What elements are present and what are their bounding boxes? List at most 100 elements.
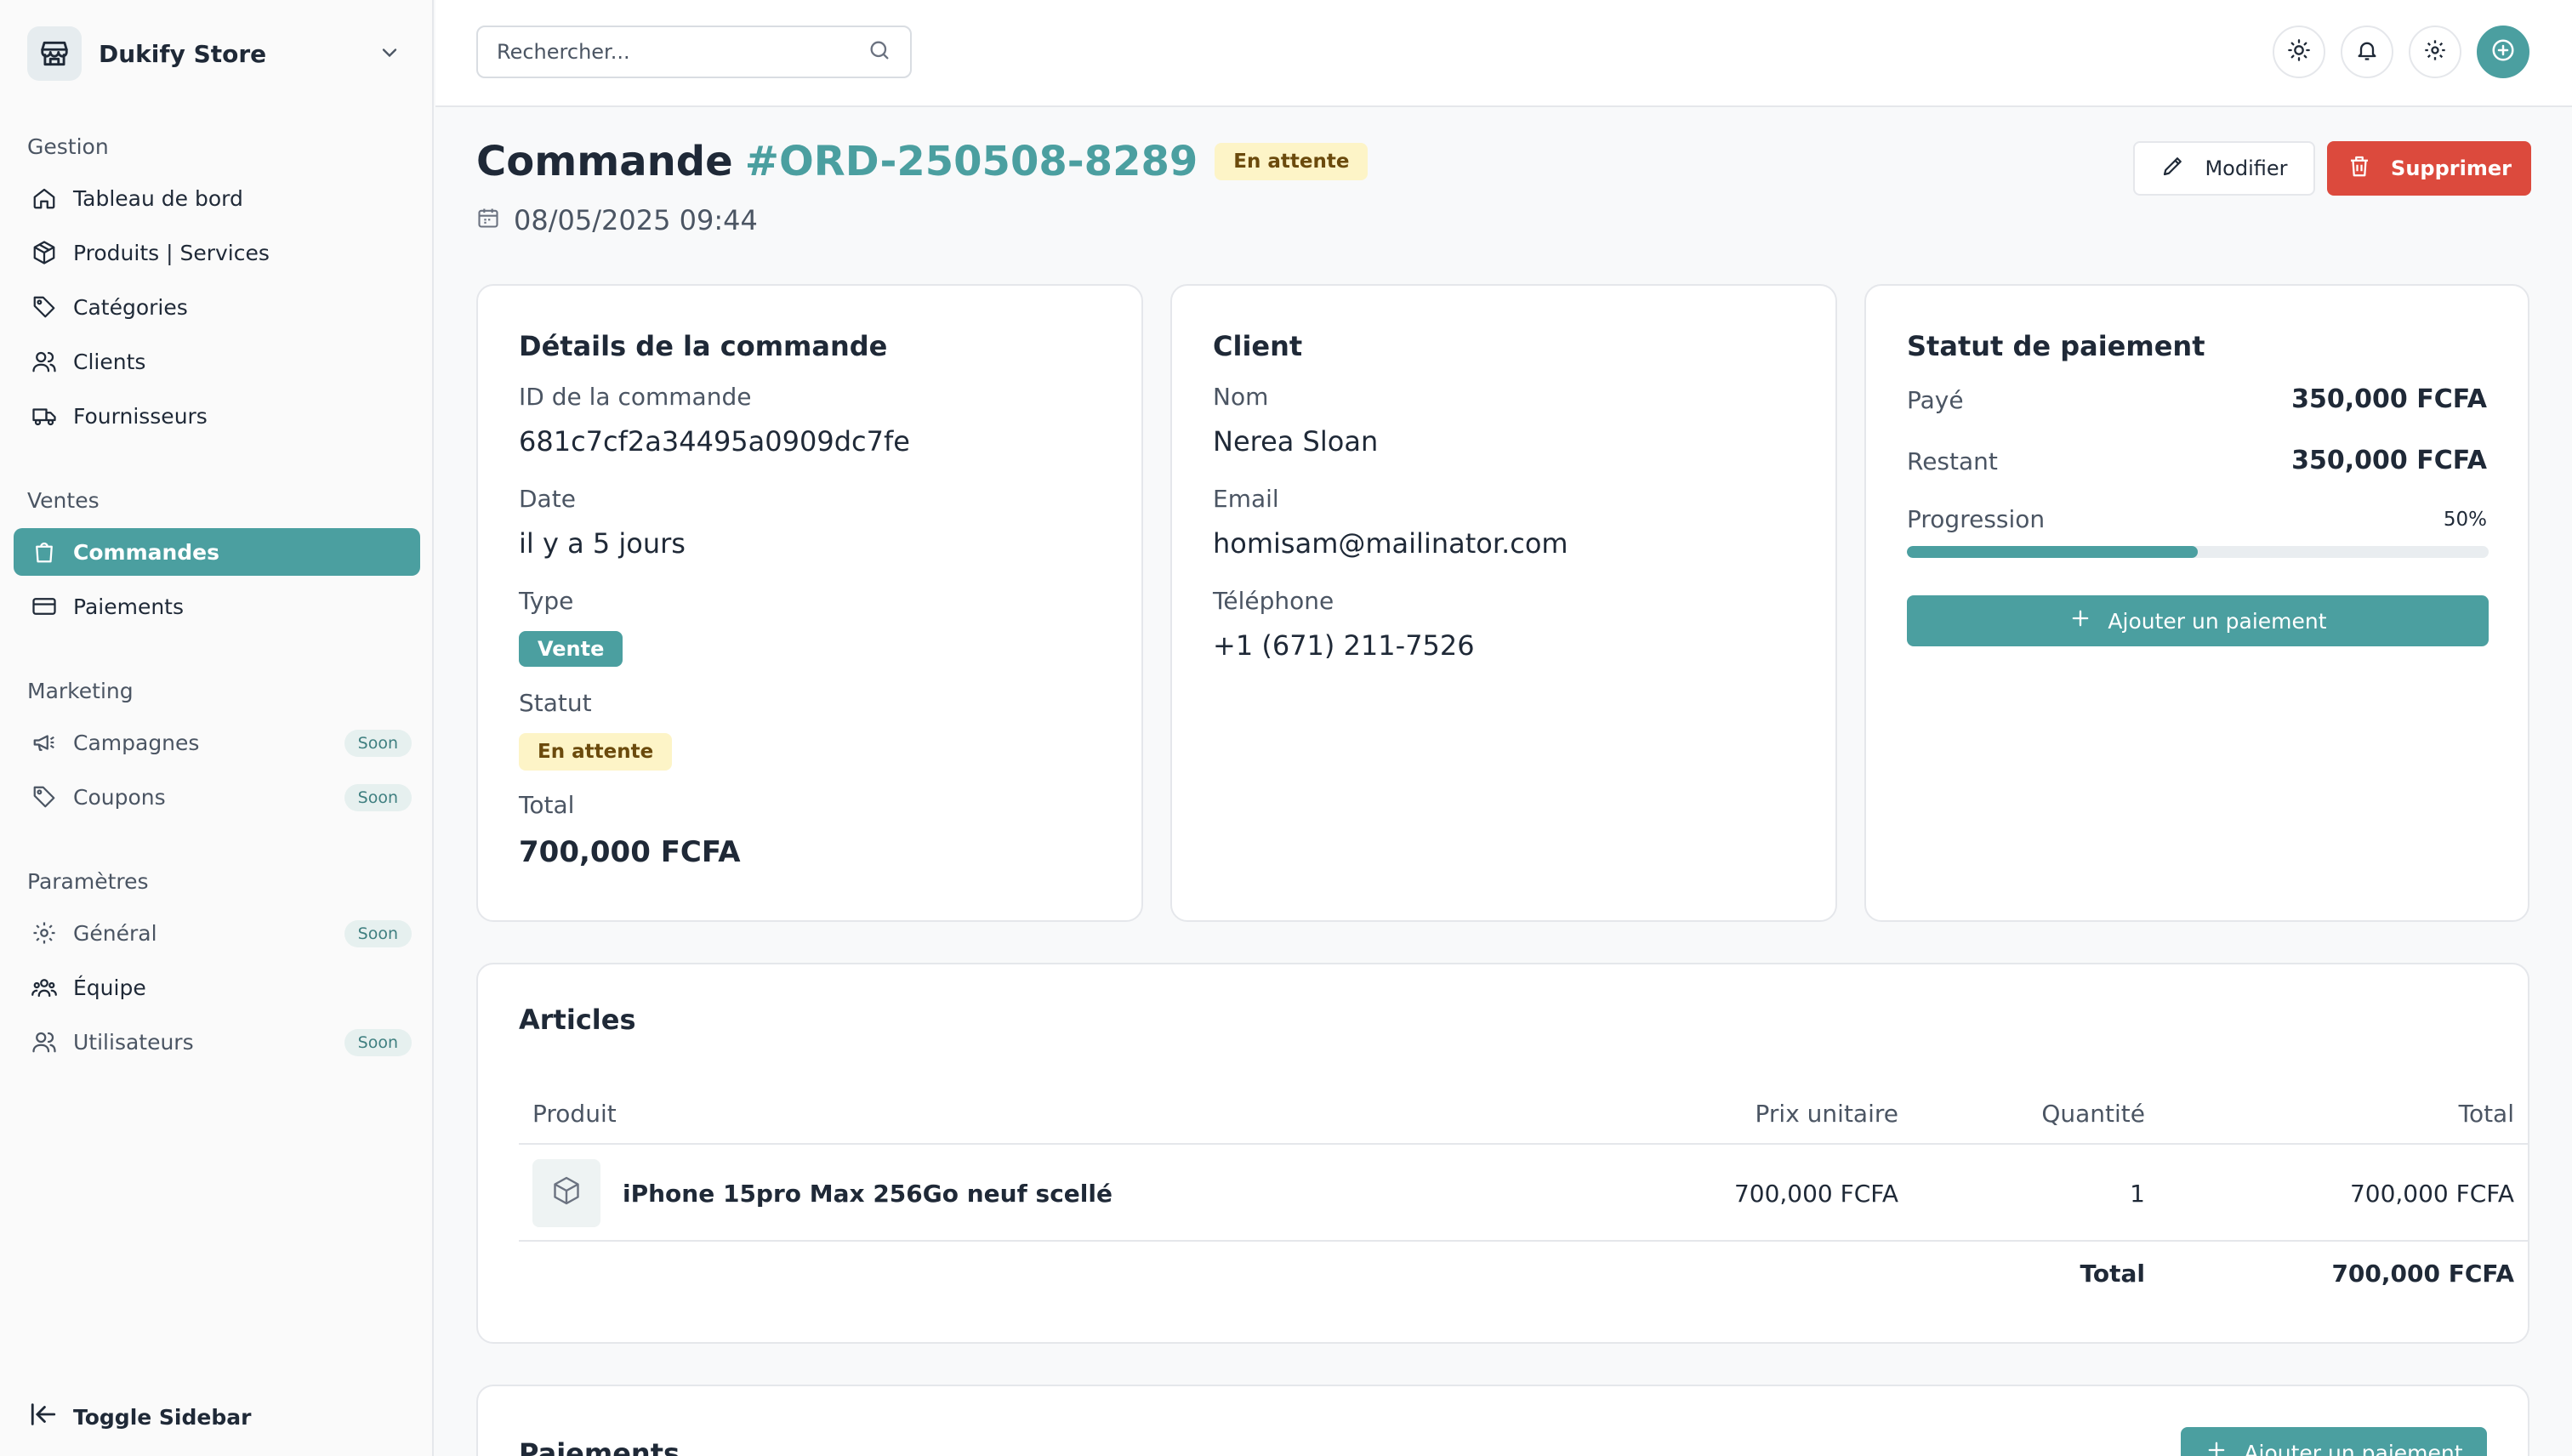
delete-button[interactable]: Supprimer	[2327, 141, 2531, 196]
notifications-button[interactable]	[2341, 26, 2393, 78]
edit-button-label: Modifier	[2205, 156, 2288, 180]
chevron-down-icon	[378, 41, 401, 68]
quick-add-button[interactable]	[2477, 26, 2529, 78]
theme-toggle-button[interactable]	[2273, 26, 2325, 78]
client-phone-label: Téléphone	[1213, 587, 1334, 615]
card-title: Paiements	[519, 1437, 680, 1456]
users-icon	[29, 1027, 60, 1057]
sidebar-item-label: Équipe	[73, 975, 146, 1000]
nav-group-gestion: Gestion	[27, 134, 109, 159]
footer-total-value: 700,000 FCFA	[2331, 1259, 2514, 1288]
search-input[interactable]	[497, 40, 868, 64]
card-title: Client	[1213, 330, 1303, 362]
sidebar-item-label: Paiements	[73, 594, 185, 619]
sidebar-item-dashboard[interactable]: Tableau de bord	[14, 174, 420, 222]
sidebar-item-label: Utilisateurs	[73, 1029, 194, 1055]
sidebar-item-categories[interactable]: Catégories	[14, 283, 420, 331]
shopping-bag-icon	[29, 537, 60, 567]
nav-group-ventes: Ventes	[27, 488, 100, 513]
sidebar-item-coupons[interactable]: Coupons Soon	[14, 773, 420, 821]
search-icon	[868, 38, 891, 65]
plus-circle-icon	[2490, 37, 2516, 66]
soon-badge: Soon	[344, 1029, 412, 1056]
card-title: Articles	[519, 1004, 636, 1036]
sidebar-item-general[interactable]: Général Soon	[14, 909, 420, 957]
order-number: #ORD-250508-8289	[744, 138, 1198, 185]
remaining-value: 350,000 FCFA	[2291, 446, 2487, 475]
sidebar-item-label: Produits | Services	[73, 240, 270, 265]
product-cell: iPhone 15pro Max 256Go neuf scellé	[532, 1146, 1112, 1240]
sidebar-item-label: Coupons	[73, 784, 166, 810]
soon-badge: Soon	[344, 920, 412, 947]
sidebar-item-users[interactable]: Utilisateurs Soon	[14, 1018, 420, 1066]
status-badge: En attente	[1215, 143, 1369, 180]
sidebar-item-clients[interactable]: Clients	[14, 338, 420, 385]
payment-status-card: Statut de paiement Payé 350,000 FCFA Res…	[1864, 284, 2529, 922]
store-icon	[27, 26, 82, 81]
sidebar-item-suppliers[interactable]: Fournisseurs	[14, 392, 420, 440]
settings-button[interactable]	[2409, 26, 2461, 78]
sidebar-item-label: Clients	[73, 349, 146, 374]
add-payment-label: Ajouter un paiement	[2108, 608, 2327, 634]
paid-value: 350,000 FCFA	[2291, 384, 2487, 414]
progress-label: Progression	[1907, 505, 2046, 533]
gear-icon	[29, 918, 60, 948]
search-box[interactable]	[476, 26, 912, 78]
column-header-quantity: Quantité	[2041, 1099, 2145, 1128]
nav-group-marketing: Marketing	[27, 679, 134, 703]
client-email-label: Email	[1213, 485, 1279, 513]
sidebar-item-label: Campagnes	[73, 730, 200, 755]
payment-progress-bar	[1907, 546, 2489, 558]
product-name: iPhone 15pro Max 256Go neuf scellé	[623, 1179, 1112, 1208]
sidebar-item-campaigns[interactable]: Campagnes Soon	[14, 719, 420, 766]
order-id-value: 681c7cf2a34495a0909dc7fe	[519, 425, 910, 458]
sidebar-item-team[interactable]: Équipe	[14, 964, 420, 1011]
tag-icon	[29, 782, 60, 812]
remaining-label: Restant	[1907, 447, 1998, 475]
sidebar-item-payments[interactable]: Paiements	[14, 583, 420, 630]
add-payment-button[interactable]: Ajouter un paiement	[1907, 595, 2489, 646]
sidebar-item-products[interactable]: Produits | Services	[14, 229, 420, 276]
plus-icon	[2205, 1438, 2228, 1456]
sun-icon	[2287, 38, 2311, 65]
pencil-icon	[2160, 153, 2186, 184]
column-header-unit-price: Prix unitaire	[1755, 1099, 1898, 1128]
order-datetime: 08/05/2025 09:44	[476, 204, 758, 236]
edit-button[interactable]: Modifier	[2133, 141, 2315, 196]
home-icon	[29, 183, 60, 213]
toggle-sidebar-button[interactable]: Toggle Sidebar	[29, 1400, 251, 1434]
sidebar-item-label: Tableau de bord	[73, 185, 243, 211]
client-phone-value: +1 (671) 211-7526	[1213, 629, 1475, 662]
gear-icon	[2423, 38, 2447, 65]
delete-button-label: Supprimer	[2391, 156, 2512, 180]
client-name-value: Nerea Sloan	[1213, 425, 1379, 458]
progress-percent: 50%	[2443, 509, 2487, 531]
column-header-product: Produit	[532, 1099, 617, 1128]
column-header-total: Total	[2458, 1099, 2514, 1128]
credit-card-icon	[29, 591, 60, 622]
soon-badge: Soon	[344, 730, 412, 757]
type-badge: Vente	[519, 631, 623, 667]
type-label: Type	[519, 587, 574, 615]
calendar-icon	[476, 204, 500, 236]
status-badge: En attente	[519, 733, 673, 771]
sidebar-item-label: Catégories	[73, 294, 188, 320]
order-id-label: ID de la commande	[519, 383, 752, 411]
add-payment-button-secondary[interactable]: Ajouter un paiement	[2181, 1427, 2487, 1456]
unit-price-cell: 700,000 FCFA	[1733, 1179, 1898, 1208]
client-card: Client Nom Nerea Sloan Email homisam@mai…	[1170, 284, 1837, 922]
sidebar-item-orders[interactable]: Commandes	[14, 528, 420, 576]
megaphone-icon	[29, 727, 60, 758]
sidebar-item-label: Fournisseurs	[73, 403, 208, 429]
trash-icon	[2347, 153, 2372, 184]
sidebar-item-label: Général	[73, 920, 157, 946]
product-thumbnail	[532, 1159, 600, 1227]
box-icon	[29, 237, 60, 268]
store-name: Dukify Store	[99, 39, 267, 68]
box-icon	[551, 1175, 582, 1212]
nav-group-parametres: Paramètres	[27, 869, 149, 894]
table-row[interactable]: iPhone 15pro Max 256Go neuf scellé 700,0…	[519, 1146, 2528, 1242]
total-value: 700,000 FCFA	[519, 835, 741, 869]
store-switcher[interactable]: Dukify Store	[27, 26, 401, 82]
users-icon	[29, 346, 60, 377]
